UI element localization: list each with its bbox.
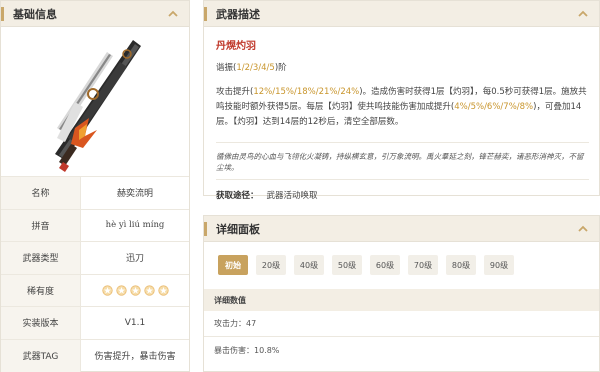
refine-prefix: 谐振( bbox=[216, 63, 237, 73]
rarity-star-icon bbox=[101, 285, 113, 296]
weapon-desc-panel: 武器描述 丹熀灼羽 谐振(1/2/3/4/5)阶 攻击提升(12%/15%/18… bbox=[203, 0, 600, 201]
rarity-star-icon bbox=[115, 285, 127, 296]
stat-row-crit-damage: 暴击伤害：10.8% bbox=[214, 345, 280, 355]
refine-values: 1/2/3/4/5 bbox=[236, 63, 275, 73]
info-label: 稀有度 bbox=[1, 274, 81, 306]
stat-row-attack: 攻击力：47 bbox=[204, 311, 599, 337]
info-row-rarity: 稀有度 bbox=[1, 274, 189, 307]
source-label: 获取途径： bbox=[216, 191, 259, 201]
tab-level-80[interactable]: 80级 bbox=[446, 255, 476, 275]
effect-text: 攻击提升( bbox=[216, 87, 254, 97]
basic-info-title: 基础信息 bbox=[13, 7, 57, 21]
basic-info-panel: 基础信息 名称 赫奕流明 拼音 hè yì liú míng 武器类型 迅刀 稀… bbox=[0, 0, 190, 372]
acquire-source: 获取途径： 武器活动唤取 bbox=[216, 180, 589, 201]
weapon-desc-title: 武器描述 bbox=[216, 7, 260, 21]
info-row-name: 名称 赫奕流明 bbox=[1, 177, 189, 210]
info-row-tag: 武器TAG 伤害提升，暴击伤害 bbox=[1, 339, 189, 372]
weapon-lore: 循佛由灵鸟的心血与飞翎化火凝铸，持纵横玄意，引万象流明。禹火羣延之刻，锋芒赫奕，… bbox=[216, 142, 589, 180]
info-row-type: 武器类型 迅刀 bbox=[1, 242, 189, 275]
collapse-chevron-icon[interactable] bbox=[577, 224, 589, 234]
refine-levels: 谐振(1/2/3/4/5)阶 bbox=[216, 61, 589, 73]
info-value: 迅刀 bbox=[125, 254, 144, 265]
effect-highlight: 12%/15%/18%/21%/24% bbox=[253, 87, 360, 97]
refine-suffix: )阶 bbox=[274, 63, 287, 73]
basic-info-header[interactable]: 基础信息 bbox=[1, 1, 189, 27]
tab-level-60[interactable]: 60级 bbox=[370, 255, 400, 275]
stats-header: 详细数值 bbox=[204, 289, 599, 311]
rarity-star-icon bbox=[157, 285, 169, 296]
rarity-stars bbox=[81, 275, 189, 307]
info-row-version: 实装版本 V1.1 bbox=[1, 307, 189, 340]
info-label: 拼音 bbox=[1, 209, 81, 241]
skill-effect: 攻击提升(12%/15%/18%/21%/24%)。造成伤害时获得1层【灼羽】，… bbox=[216, 85, 589, 130]
info-value: hè yì liú míng bbox=[105, 220, 165, 231]
info-label: 名称 bbox=[1, 177, 81, 209]
detail-panel-header[interactable]: 详细面板 bbox=[204, 216, 599, 242]
tab-level-40[interactable]: 40级 bbox=[294, 255, 324, 275]
info-label: 武器TAG bbox=[1, 339, 81, 372]
info-label: 武器类型 bbox=[1, 242, 81, 274]
collapse-chevron-icon[interactable] bbox=[577, 9, 589, 19]
tab-level-20[interactable]: 20级 bbox=[256, 255, 286, 275]
tab-level-90[interactable]: 90级 bbox=[484, 255, 514, 275]
collapse-chevron-icon[interactable] bbox=[167, 9, 179, 19]
rarity-star-icon bbox=[143, 285, 155, 296]
source-value: 武器活动唤取 bbox=[266, 191, 318, 201]
level-tabs: 初始 20级 40级 50级 60级 70级 80级 90级 bbox=[204, 242, 599, 275]
detail-panel: 详细面板 初始 20级 40级 50级 60级 70级 80级 90级 详细数值… bbox=[203, 215, 600, 372]
weapon-image bbox=[1, 27, 189, 177]
info-value: V1.1 bbox=[124, 317, 146, 328]
tab-level-70[interactable]: 70级 bbox=[408, 255, 438, 275]
detail-panel-title: 详细面板 bbox=[216, 222, 260, 236]
tab-level-initial[interactable]: 初始 bbox=[218, 255, 248, 275]
effect-highlight: 4%/5%/6%/7%/8% bbox=[454, 102, 534, 112]
basic-info-table: 名称 赫奕流明 拼音 hè yì liú míng 武器类型 迅刀 稀有度 实装… bbox=[1, 177, 189, 372]
skill-name: 丹熀灼羽 bbox=[216, 41, 256, 52]
info-label: 实装版本 bbox=[1, 307, 81, 339]
info-value: 伤害提升，暴击伤害 bbox=[94, 352, 176, 363]
info-value: 赫奕流明 bbox=[116, 189, 153, 200]
tab-level-50[interactable]: 50级 bbox=[332, 255, 362, 275]
weapon-desc-header[interactable]: 武器描述 bbox=[204, 1, 599, 27]
rarity-star-icon bbox=[129, 285, 141, 296]
info-row-pinyin: 拼音 hè yì liú míng bbox=[1, 209, 189, 242]
